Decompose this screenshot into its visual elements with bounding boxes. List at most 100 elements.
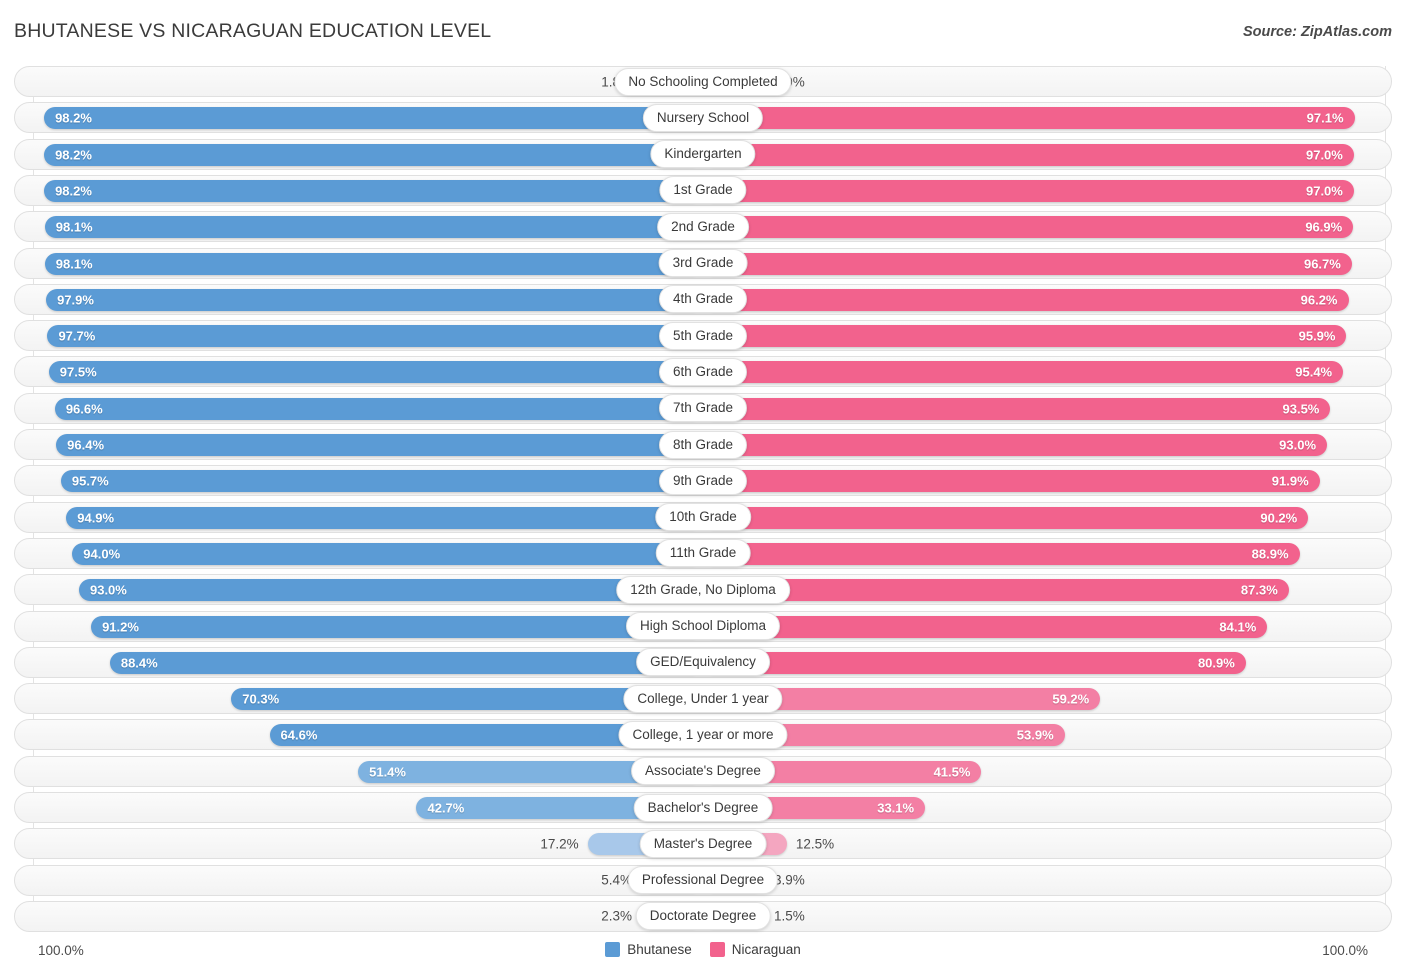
table-row: 98.1% 96.9% 2nd Grade [14, 211, 1392, 243]
bar-value-label: 97.0% [1305, 147, 1343, 163]
bar-bhutanese: 97.5% [48, 361, 703, 384]
bar-value-label: 87.3% [1240, 582, 1278, 598]
bar-value-label: 95.9% [1298, 328, 1336, 344]
bar-value-label: 91.2% [102, 619, 139, 634]
category-label: 11th Grade [655, 539, 751, 568]
chart-page: BHUTANESE VS NICARAGUAN EDUCATION LEVEL … [0, 0, 1406, 975]
bar-bhutanese: 98.1% [44, 252, 703, 275]
table-row: 91.2% 84.1% High School Diploma [14, 610, 1392, 642]
bar-value-label: 33.1% [877, 800, 915, 816]
bar-nicaraguan: 97.0% [703, 179, 1354, 202]
category-label: Doctorate Degree [635, 902, 771, 931]
category-label: 7th Grade [658, 394, 748, 423]
bar-nicaraguan: 88.9% [703, 542, 1300, 565]
bar-value-label: 3.9% [774, 872, 805, 888]
bar-value-label: 1.5% [774, 908, 805, 924]
legend-swatch-icon [709, 942, 725, 957]
category-label: 6th Grade [658, 357, 748, 386]
legend-label: Nicaraguan [731, 942, 801, 957]
category-label: Master's Degree [639, 829, 767, 858]
table-row: 98.2% 97.0% 1st Grade [14, 174, 1392, 206]
category-label: 2nd Grade [657, 212, 749, 241]
bar-value-label: 98.2% [55, 183, 92, 199]
bar-bhutanese: 97.9% [46, 288, 703, 311]
bar-value-label: 91.9% [1271, 473, 1309, 489]
bar-value-label: 98.2% [55, 110, 92, 126]
bar-nicaraguan: 95.9% [703, 325, 1347, 348]
table-row: 97.9% 96.2% 4th Grade [14, 283, 1392, 315]
table-row: 1.8%2.9%No Schooling Completed [14, 66, 1392, 97]
bar-value-label: 53.9% [1016, 727, 1054, 743]
bar-value-label: 42.7% [427, 800, 465, 816]
bar-nicaraguan: 97.1% [703, 107, 1355, 130]
category-label: 5th Grade [658, 321, 748, 350]
bar-nicaraguan: 96.7% [703, 252, 1352, 275]
category-label: 12th Grade, No Diploma [616, 575, 790, 604]
bar-value-label: 12.5% [795, 836, 835, 852]
table-row: 98.2% 97.0% Kindergarten [14, 138, 1392, 170]
bar-value-label: 94.9% [77, 510, 115, 526]
bar-value-label: 97.5% [59, 364, 97, 380]
bar-value-label: 95.4% [1295, 364, 1333, 380]
table-row: 97.5% 95.4% 6th Grade [14, 356, 1392, 388]
bar-value-label: 70.3% [242, 691, 280, 707]
bar-value-label: 96.9% [1305, 219, 1343, 235]
bar-value-label: 84.1% [1219, 619, 1257, 634]
legend-item: Nicaraguan [709, 942, 801, 957]
bar-bhutanese: 94.9% [66, 506, 703, 529]
bar-nicaraguan: 90.2% [703, 506, 1309, 529]
bar-value-label: 96.6% [65, 401, 103, 417]
bar-bhutanese: 97.7% [47, 325, 703, 348]
header: BHUTANESE VS NICARAGUAN EDUCATION LEVEL … [0, 0, 1406, 62]
category-label: Bachelor's Degree [633, 793, 773, 822]
category-label: 4th Grade [658, 285, 748, 314]
table-row: 51.4% 41.5% Associate's Degree [14, 755, 1392, 787]
table-row: 95.7% 91.9% 9th Grade [14, 465, 1392, 497]
category-label: 9th Grade [658, 466, 748, 495]
bar-value-label: 96.2% [1300, 292, 1338, 308]
bar-nicaraguan: 87.3% [703, 579, 1289, 602]
bar-nicaraguan: 84.1% [703, 615, 1268, 638]
bar-value-label: 51.4% [369, 764, 406, 780]
table-row: 98.2% 97.1% Nursery School [14, 102, 1392, 134]
bar-value-label: 97.7% [58, 328, 96, 344]
bar-value-label: 98.1% [55, 219, 93, 235]
bar-bhutanese: 98.2% [44, 107, 703, 130]
bar-value-label: 90.2% [1260, 510, 1298, 526]
category-label: Associate's Degree [631, 757, 775, 786]
bar-value-label: 17.2% [540, 836, 579, 852]
bar-value-label: 93.0% [89, 582, 127, 598]
bar-bhutanese: 88.4% [109, 651, 703, 674]
legend-swatch-icon [605, 942, 621, 957]
category-label: Professional Degree [627, 866, 779, 895]
bar-bhutanese: 96.4% [56, 434, 703, 456]
bar-value-label: 93.0% [1279, 437, 1317, 453]
bar-bhutanese: 95.7% [60, 470, 703, 493]
bar-value-label: 96.4% [67, 437, 105, 453]
bar-nicaraguan: 96.9% [703, 216, 1354, 239]
table-row: 2.3% 1.5% Doctorate Degree [14, 900, 1392, 932]
chart-footer: 100.0% 100.0% Bhutanese Nicaraguan [0, 937, 1406, 975]
page-title: BHUTANESE VS NICARAGUAN EDUCATION LEVEL [14, 20, 492, 42]
bar-bhutanese: 98.1% [44, 216, 703, 239]
bar-bhutanese: 91.2% [91, 615, 703, 638]
bar-nicaraguan: 93.0% [703, 434, 1328, 456]
bar-value-label: 2.3% [601, 908, 632, 924]
table-row: 88.4% 80.9% GED/Equivalency [14, 646, 1392, 678]
table-row: 96.6% 93.5% 7th Grade [14, 392, 1392, 424]
bar-value-label: 88.4% [120, 655, 158, 671]
category-label: GED/Equivalency [636, 648, 770, 677]
bar-nicaraguan: 91.9% [703, 470, 1320, 493]
category-label: 1st Grade [659, 176, 747, 205]
table-row: 96.4% 93.0% 8th Grade [14, 429, 1392, 460]
category-label: 3rd Grade [658, 249, 748, 277]
category-label: High School Diploma [625, 612, 781, 640]
bar-value-label: 97.1% [1306, 110, 1344, 126]
bar-bhutanese: 93.0% [78, 579, 703, 602]
bar-value-label: 98.1% [55, 256, 93, 271]
table-row: 42.7% 33.1% Bachelor's Degree [14, 792, 1392, 823]
diverging-bar-chart: 1.8%2.9%No Schooling Completed 98.2% 97.1%… [0, 62, 1406, 937]
bar-nicaraguan: 95.4% [703, 361, 1344, 384]
legend-label: Bhutanese [627, 942, 692, 957]
bar-nicaraguan: 80.9% [703, 651, 1246, 674]
